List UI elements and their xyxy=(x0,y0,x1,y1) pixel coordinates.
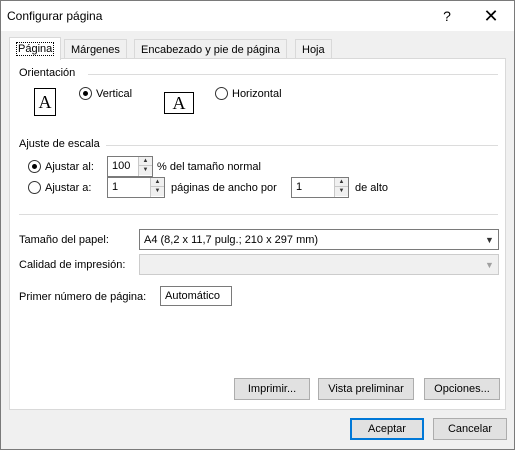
fit-tall-value[interactable]: 1 xyxy=(296,181,302,193)
spin-down-icon[interactable]: ▼ xyxy=(151,187,164,196)
spin-down-icon[interactable]: ▼ xyxy=(335,187,348,196)
fit-tall-spinner[interactable]: 1 ▲ ▼ xyxy=(291,177,349,198)
tab-label: Márgenes xyxy=(71,43,120,56)
tab-label: Hoja xyxy=(302,43,325,56)
spin-up-icon[interactable]: ▲ xyxy=(139,157,152,166)
help-button[interactable]: ? xyxy=(425,1,469,31)
spinner-arrows[interactable]: ▲ ▼ xyxy=(334,178,348,197)
accept-button[interactable]: Aceptar xyxy=(350,418,424,440)
chevron-down-icon[interactable]: ▼ xyxy=(481,255,498,274)
divider xyxy=(19,214,498,215)
fit-to-radio[interactable] xyxy=(28,181,41,194)
orientation-vertical-radio[interactable] xyxy=(79,87,92,100)
adjust-to-spinner[interactable]: 100 ▲ ▼ xyxy=(107,156,153,177)
adjust-to-label[interactable]: Ajustar al: xyxy=(45,161,94,173)
landscape-page-icon: A xyxy=(164,92,194,114)
portrait-page-icon: A xyxy=(34,88,56,116)
tab-hoja[interactable]: Hoja xyxy=(295,39,332,59)
help-icon: ? xyxy=(443,8,451,24)
spin-up-icon[interactable]: ▲ xyxy=(335,178,348,187)
options-button[interactable]: Opciones... xyxy=(424,378,500,400)
fit-wide-value[interactable]: 1 xyxy=(112,181,118,193)
tab-margenes[interactable]: Márgenes xyxy=(64,39,127,59)
orientation-vertical-label[interactable]: Vertical xyxy=(96,88,132,100)
print-button[interactable]: Imprimir... xyxy=(234,378,310,400)
close-button[interactable]: ✕ xyxy=(469,1,513,31)
adjust-to-suffix: % del tamaño normal xyxy=(157,161,261,173)
fit-to-label[interactable]: Ajustar a: xyxy=(45,182,91,194)
paper-size-label: Tamaño del papel: xyxy=(19,234,109,246)
first-page-number-input[interactable]: Automático xyxy=(160,286,232,306)
paper-size-select[interactable]: A4 (8,2 x 11,7 pulg.; 210 x 297 mm) ▼ xyxy=(139,229,499,250)
page-setup-dialog: Configurar página ? ✕ Página Márgenes En… xyxy=(0,0,515,450)
tab-pagina[interactable]: Página xyxy=(9,37,62,60)
title-bar: Configurar página ? ✕ xyxy=(1,1,514,31)
print-quality-label: Calidad de impresión: xyxy=(19,259,126,271)
adjust-to-radio[interactable] xyxy=(28,160,41,173)
spin-down-icon[interactable]: ▼ xyxy=(139,166,152,175)
tab-panel-pagina: Orientación A Vertical A Horizontal Ajus… xyxy=(9,58,506,410)
orientation-horizontal-radio[interactable] xyxy=(215,87,228,100)
close-icon: ✕ xyxy=(483,5,499,26)
print-quality-select[interactable]: ▼ xyxy=(139,254,499,275)
tab-label: Página xyxy=(16,42,55,56)
adjust-to-value[interactable]: 100 xyxy=(112,160,130,172)
window-title: Configurar página xyxy=(7,9,103,23)
fit-wide-spinner[interactable]: 1 ▲ ▼ xyxy=(107,177,165,198)
spinner-arrows[interactable]: ▲ ▼ xyxy=(150,178,164,197)
first-page-number-label: Primer número de página: xyxy=(19,291,147,303)
orientation-horizontal-label[interactable]: Horizontal xyxy=(232,88,282,100)
tab-label: Encabezado y pie de página xyxy=(141,43,280,56)
spin-up-icon[interactable]: ▲ xyxy=(151,178,164,187)
scaling-group-label: Ajuste de escala xyxy=(19,138,100,150)
chevron-down-icon[interactable]: ▼ xyxy=(481,230,498,249)
cancel-button[interactable]: Cancelar xyxy=(433,418,507,440)
print-preview-button[interactable]: Vista preliminar xyxy=(318,378,414,400)
divider xyxy=(106,145,498,146)
divider xyxy=(88,74,498,75)
spinner-arrows[interactable]: ▲ ▼ xyxy=(138,157,152,176)
tab-encabezado[interactable]: Encabezado y pie de página xyxy=(134,39,287,59)
fit-wide-suffix: páginas de ancho por xyxy=(171,182,277,194)
fit-tall-suffix: de alto xyxy=(355,182,389,194)
paper-size-value: A4 (8,2 x 11,7 pulg.; 210 x 297 mm) xyxy=(144,234,319,246)
orientation-group-label: Orientación xyxy=(19,67,76,79)
